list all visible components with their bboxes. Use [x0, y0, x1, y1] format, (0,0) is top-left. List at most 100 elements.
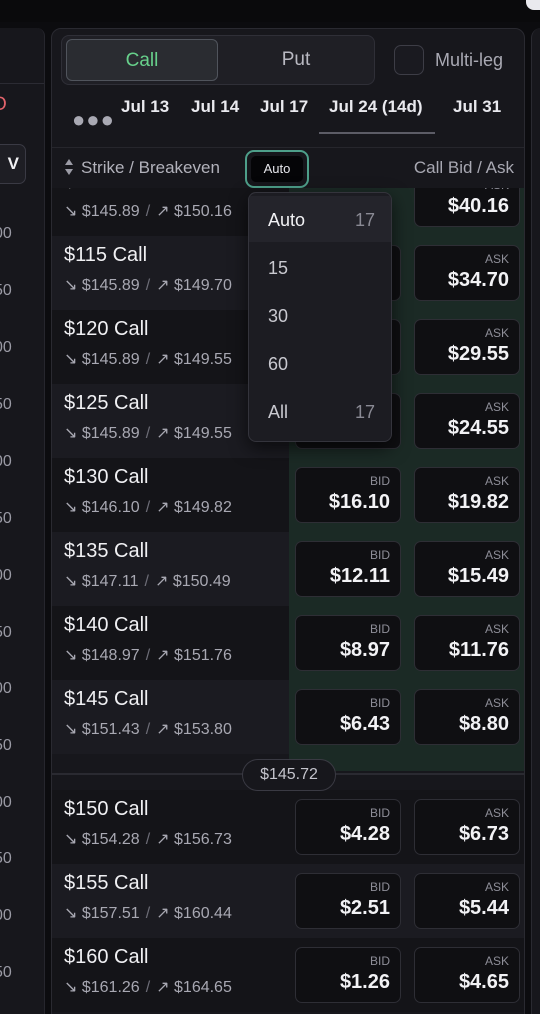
bid-tag: BID: [369, 806, 390, 820]
strike-name: $145 Call: [64, 688, 149, 710]
ask-button[interactable]: ASK $6.73: [414, 799, 520, 855]
sort-icon[interactable]: [64, 157, 74, 177]
bid-button[interactable]: BID $6.43: [295, 689, 401, 745]
arrow-up-right-icon: ↗: [156, 647, 175, 664]
bid-button[interactable]: BID $1.26: [295, 947, 401, 1003]
ask-button[interactable]: ASK $29.55: [414, 319, 520, 375]
chain-header: Strike / Breakeven Auto Call Bid / Ask: [52, 148, 524, 188]
strike-count-label: Auto: [251, 156, 303, 182]
strike-row[interactable]: $155 Call ↘ $157.51 / ↗ $160.44 BID $2.51 ASK $…: [52, 864, 524, 938]
bid-button[interactable]: BID $12.11: [295, 541, 401, 597]
separator: /: [145, 499, 151, 516]
strike-row[interactable]: $130 Call ↘ $146.10 / ↗ $149.82 BID $16.10 ASK…: [52, 458, 524, 532]
dropdown-option-15[interactable]: 15: [249, 244, 391, 290]
bid-tag: BID: [369, 954, 390, 968]
top-right-corner: [526, 0, 540, 10]
breakeven-low: $147.11: [81, 573, 139, 590]
multi-leg-checkbox[interactable]: [394, 45, 424, 75]
arrow-down-right-icon: ↘: [64, 979, 82, 996]
ask-tag: ASK: [485, 188, 509, 192]
ask-tag: ASK: [484, 474, 509, 488]
strike-info: $150 Call ↘ $154.28 / ↗ $156.73: [52, 790, 289, 864]
ask-tag: ASK: [484, 252, 509, 266]
date-tab[interactable]: Jul 14: [191, 97, 239, 117]
breakeven-high: $149.70: [174, 277, 232, 294]
dropdown-option-count: 17: [354, 210, 375, 230]
left-panel-value: 50: [0, 850, 12, 867]
date-tab[interactable]: Jul 31: [453, 97, 501, 117]
arrow-up-right-icon: ↗: [156, 721, 175, 738]
left-panel-value: 50: [0, 737, 12, 754]
arrow-down-right-icon: ↘: [64, 721, 82, 738]
breakeven-high: $149.82: [174, 499, 232, 516]
breakeven-range: ↘ $154.28 / ↗ $156.73: [64, 829, 232, 849]
bid-button[interactable]: BID $4.28: [295, 799, 401, 855]
left-panel-divider: [0, 83, 44, 84]
arrow-up-right-icon: ↗: [156, 203, 175, 220]
bid-price: $8.97: [339, 639, 390, 661]
dropdown-option-label: All: [268, 402, 289, 422]
ask-price: $34.70: [447, 269, 509, 291]
strike-breakeven-label[interactable]: Strike / Breakeven: [81, 158, 220, 178]
date-tab[interactable]: Jul 13: [121, 97, 169, 117]
separator: /: [145, 203, 151, 220]
left-panel-value: 00: [0, 339, 12, 356]
bid-ask-label: Call Bid / Ask: [413, 158, 514, 177]
ask-button[interactable]: ASK $24.55: [414, 393, 520, 449]
ask-button[interactable]: ASK $15.49: [414, 541, 520, 597]
expiration-tabs: ●●● Jul 13 Jul 14 Jul 17 Jul 24 (14d) Ju…: [52, 95, 524, 139]
bid-tag: BID: [369, 880, 390, 894]
strike-row[interactable]: $145 Call ↘ $151.43 / ↗ $153.80 BID $6.43 ASK $…: [52, 680, 524, 754]
ask-price: $29.55: [447, 343, 509, 365]
strike-info: $145 Call ↘ $151.43 / ↗ $153.80: [52, 680, 289, 754]
bid-price: $2.51: [339, 897, 390, 919]
bid-tag: BID: [369, 548, 390, 562]
bid-price: $4.28: [339, 823, 390, 845]
multi-leg-label: Multi-leg: [435, 50, 504, 70]
breakeven-low: $148.97: [81, 647, 140, 664]
dropdown-option-all[interactable]: All 17: [249, 388, 391, 434]
ask-button[interactable]: ASK $19.82: [414, 467, 520, 523]
left-panel-value: 50: [0, 624, 12, 641]
more-dates-icon[interactable]: ●●●: [72, 107, 115, 133]
ask-button[interactable]: ASK $4.65: [414, 947, 520, 1003]
bid-button[interactable]: BID $8.97: [295, 615, 401, 671]
left-panel-selector[interactable]: V: [0, 144, 26, 184]
strike-row[interactable]: $150 Call ↘ $154.28 / ↗ $156.73 BID $4.28 ASK $…: [52, 790, 524, 864]
strike-name: $120 Call: [64, 318, 149, 340]
arrow-down-right-icon: ↘: [64, 905, 82, 922]
strike-name: $115 Call: [64, 244, 148, 266]
ask-button[interactable]: ASK $40.16: [414, 188, 520, 227]
dropdown-option-auto[interactable]: Auto 17: [249, 196, 391, 242]
ask-button[interactable]: ASK $34.70: [414, 245, 520, 301]
strike-row[interactable]: $140 Call ↘ $148.97 / ↗ $151.76 BID $8.97 ASK $…: [52, 606, 524, 680]
breakeven-range: ↘ $145.89 / ↗ $149.55: [64, 349, 232, 369]
date-tab[interactable]: Jul 17: [260, 97, 308, 117]
options-chain-panel: Call Put Multi-leg ●●● Jul 13 Jul 14 Jul…: [51, 28, 525, 1014]
dropdown-option-60[interactable]: 60: [249, 340, 391, 386]
ask-button[interactable]: ASK $11.76: [414, 615, 520, 671]
call-tab[interactable]: Call: [66, 39, 218, 81]
ask-price: $19.82: [447, 491, 509, 513]
strike-row[interactable]: $160 Call ↘ $161.26 / ↗ $164.65 BID $1.26 ASK $…: [52, 938, 524, 1012]
ask-price: $5.44: [458, 897, 509, 919]
strike-info: $160 Call ↘ $161.26 / ↗ $164.65: [52, 938, 289, 1012]
bid-button[interactable]: BID $2.51: [295, 873, 401, 929]
left-panel: O V 00 50 00 50 00 50 00 50 00 50 00 50 …: [0, 28, 45, 1014]
ask-button[interactable]: ASK $5.44: [414, 873, 520, 929]
dropdown-option-30[interactable]: 30: [249, 292, 391, 338]
bid-tag: BID: [369, 622, 390, 636]
strike-info: $155 Call ↘ $157.51 / ↗ $160.44: [52, 864, 289, 938]
ask-tag: ASK: [484, 548, 509, 562]
ask-button[interactable]: ASK $8.80: [414, 689, 520, 745]
strike-name: $135 Call: [64, 540, 149, 562]
bid-button[interactable]: BID $16.10: [295, 467, 401, 523]
strike-name: $155 Call: [64, 872, 149, 894]
breakeven-high: $160.44: [174, 905, 232, 922]
strike-count-button[interactable]: Auto: [245, 150, 309, 188]
strike-row[interactable]: $135 Call ↘ $147.11 / ↗ $150.49 BID $12.11 ASK…: [52, 532, 524, 606]
date-tab-selected[interactable]: Jul 24 (14d): [319, 97, 435, 134]
arrow-down-right-icon: ↘: [64, 351, 82, 368]
ask-price: $8.80: [458, 713, 509, 735]
put-tab[interactable]: Put: [220, 39, 372, 81]
